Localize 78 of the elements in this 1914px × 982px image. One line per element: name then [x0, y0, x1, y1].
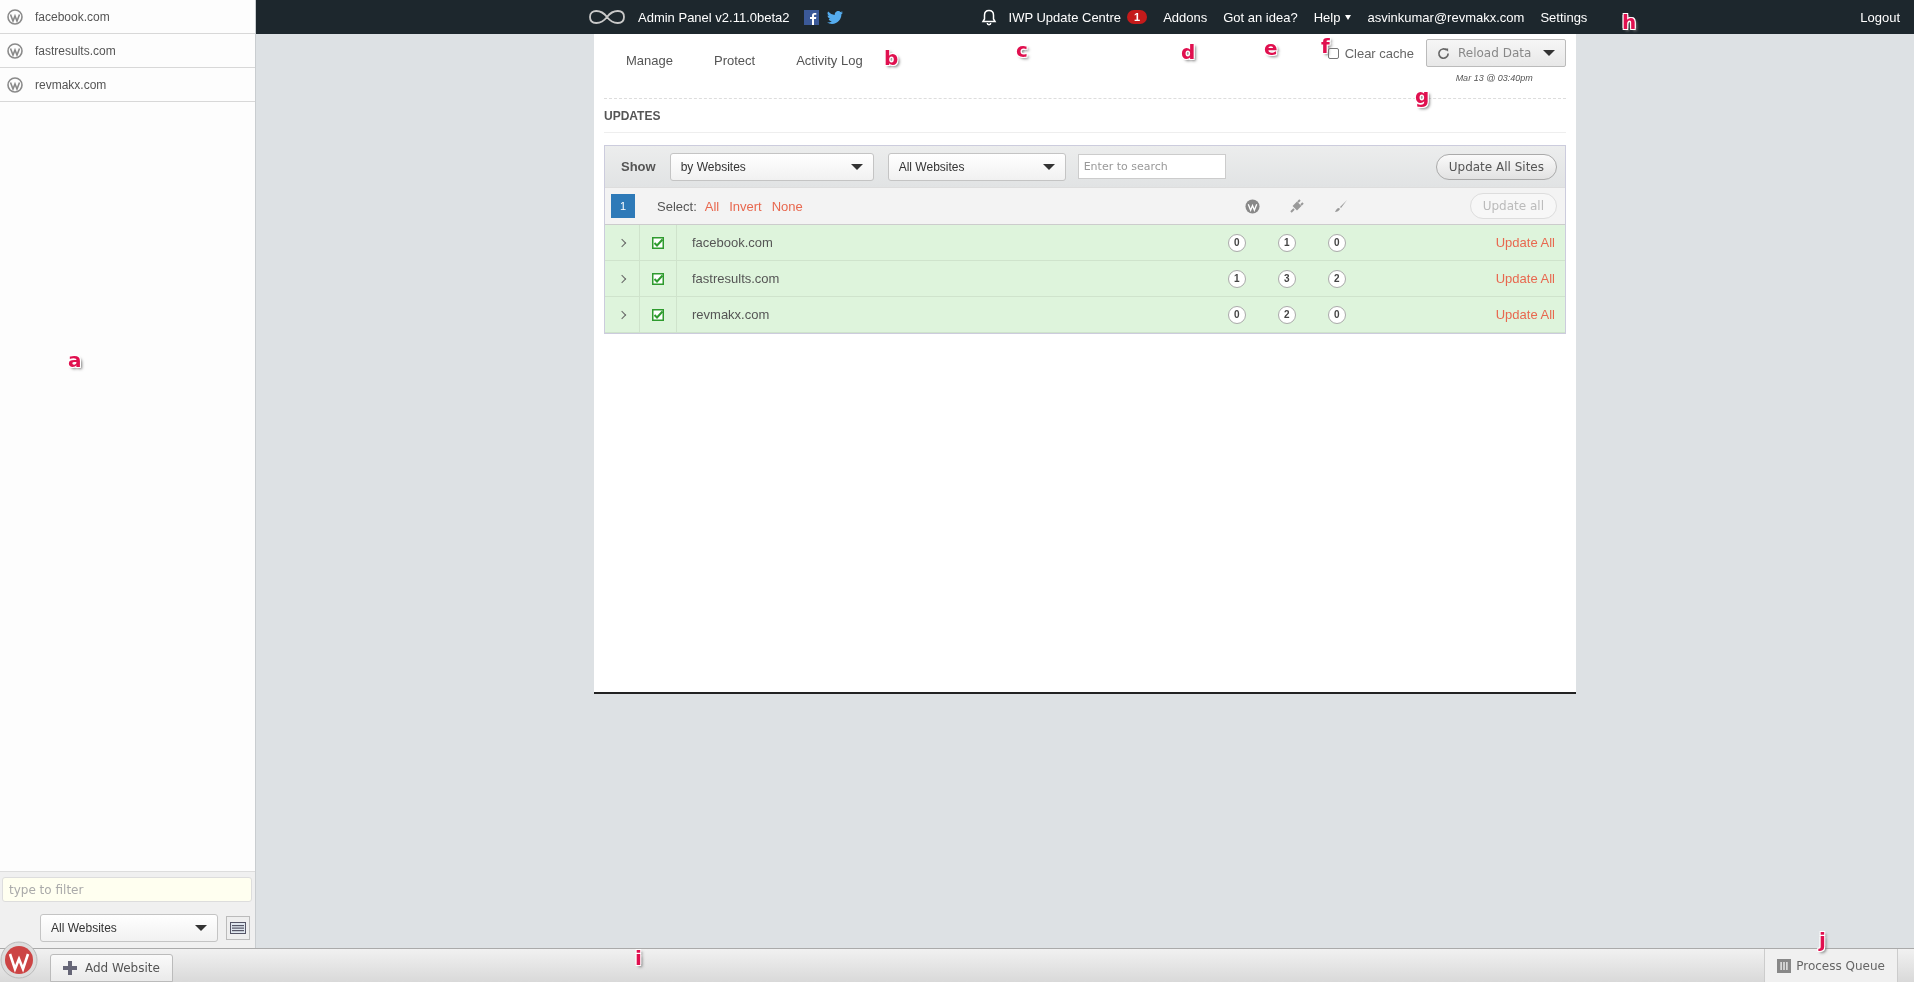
callout-letter: f [1321, 34, 1330, 58]
callout-letter: d [1181, 40, 1196, 64]
view-select[interactable]: by Websites [669, 152, 874, 181]
site-list-item[interactable]: facebook.com [0, 0, 255, 34]
callout-letter: b [884, 46, 899, 70]
update-count: 2 [1327, 269, 1346, 288]
page-number[interactable]: 1 [611, 194, 635, 218]
nav-link[interactable]: asvinkumar@revmakx.com [1367, 9, 1525, 25]
site-list-item[interactable]: fastresults.com [0, 34, 255, 68]
nav-link[interactable]: IWP Update Centre 1 [1008, 9, 1148, 25]
site-row[interactable]: fastresults.com 1 3 2 Update All [605, 261, 1565, 297]
update-count: 0 [1327, 233, 1346, 252]
site-list-item[interactable]: revmakx.com [0, 68, 255, 102]
group-select[interactable]: All Websites [40, 914, 218, 942]
filter-field[interactable]: type to filter [2, 877, 252, 902]
caret-icon [850, 163, 863, 170]
update-count: 0 [1327, 305, 1346, 324]
wordpress-logo-icon[interactable] [0, 941, 38, 979]
site-name: fastresults.com [35, 43, 116, 58]
row-checkbox[interactable] [652, 236, 664, 249]
plus-icon [63, 961, 77, 975]
callout-letter: c [1016, 38, 1028, 62]
site-select[interactable]: All Websites [887, 152, 1066, 181]
list-view-button[interactable] [226, 916, 250, 940]
nav-link[interactable]: Got an idea? [1223, 9, 1298, 25]
twitter-icon[interactable] [826, 10, 843, 24]
infinity-logo-icon [586, 7, 628, 27]
facebook-icon[interactable] [803, 9, 819, 25]
queue-icon [1777, 958, 1792, 973]
app-title: Admin Panel v2.11.0beta2 [638, 9, 790, 25]
update-count: 2 [1277, 305, 1296, 324]
callout-letter: j [1819, 928, 1826, 952]
callout-letter: i [635, 946, 642, 970]
row-checkbox[interactable] [652, 308, 664, 321]
search-field[interactable]: Enter to search [1077, 154, 1226, 179]
callout-letter: e [1264, 36, 1278, 60]
plug-icon [1289, 198, 1304, 213]
last-reload-time: Mar 13 @ 03:40pm [1455, 73, 1533, 83]
wordpress-icon [1244, 198, 1260, 214]
wordpress-icon [7, 76, 23, 93]
show-label: Show [621, 159, 656, 174]
update-count: 1 [1277, 233, 1296, 252]
update-count: 3 [1277, 269, 1296, 288]
callout-letter: a [68, 348, 82, 372]
caret-icon [1042, 163, 1055, 170]
row-checkbox[interactable] [652, 272, 664, 285]
site-name: fastresults.com [692, 271, 780, 286]
caret-icon [195, 925, 207, 931]
update-count: 0 [1227, 305, 1246, 324]
callout-letter: g [1415, 84, 1430, 108]
tab[interactable]: Manage [626, 53, 673, 71]
site-name: facebook.com [35, 9, 110, 24]
list-icon [230, 922, 246, 934]
nav-link[interactable]: Settings [1540, 9, 1588, 25]
site-name: facebook.com [692, 235, 773, 250]
tab[interactable]: Activity Log [796, 53, 863, 71]
bell-icon[interactable] [980, 8, 997, 26]
site-row[interactable]: facebook.com 0 1 0 Update All [605, 225, 1565, 261]
update-all-sites-button[interactable]: Update All Sites [1435, 153, 1557, 180]
caret-icon [1543, 50, 1555, 56]
site-name: revmakx.com [692, 307, 770, 322]
wordpress-icon [7, 42, 23, 59]
select-label: Select: [657, 198, 697, 214]
tab[interactable]: Protect [714, 53, 756, 71]
update-count: 0 [1227, 233, 1246, 252]
logout-link[interactable]: Logout [1860, 9, 1900, 25]
refresh-icon [1437, 46, 1450, 60]
site-name: revmakx.com [35, 77, 107, 92]
callout-letter: h [1622, 10, 1637, 34]
nav-link[interactable]: Addons [1163, 9, 1208, 25]
dropdown-caret-icon [1345, 14, 1352, 20]
wordpress-icon [7, 8, 23, 25]
notification-count: 1 [1127, 10, 1148, 24]
update-count: 1 [1227, 269, 1246, 288]
checkbox-label: Clear cache [1344, 45, 1414, 61]
site-row[interactable]: revmakx.com 0 2 0 Update All [605, 297, 1565, 333]
add-website-button[interactable]: Add Website [50, 954, 173, 982]
nav-link[interactable]: Help [1313, 9, 1352, 25]
